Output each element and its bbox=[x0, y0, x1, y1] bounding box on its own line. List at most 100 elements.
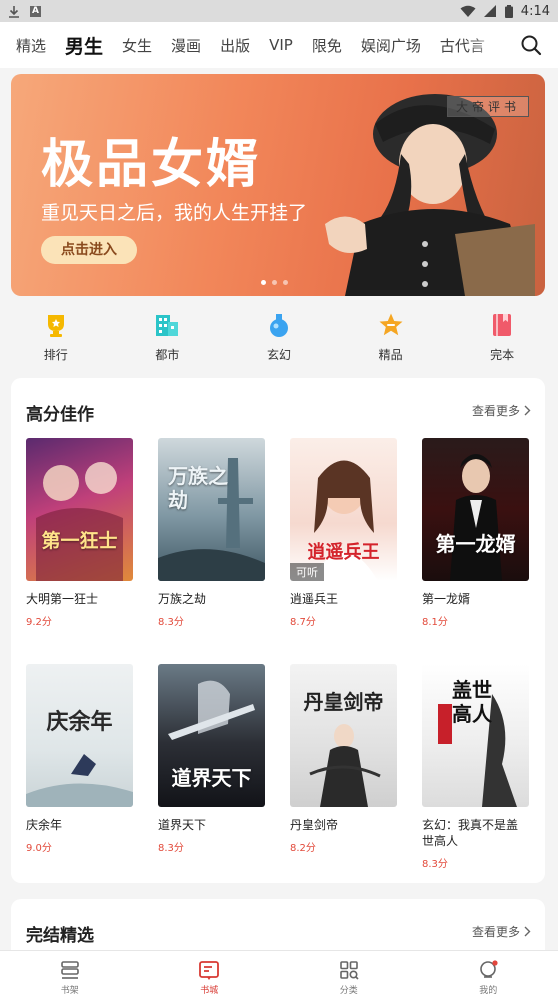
category-icon bbox=[339, 961, 359, 980]
nav-bookshelf[interactable]: 书架 bbox=[0, 951, 140, 997]
book-item[interactable]: 丹皇剑帝 丹皇剑帝 8.2分 bbox=[290, 664, 397, 854]
book-score: 8.1分 bbox=[422, 617, 448, 628]
book-score: 8.3分 bbox=[158, 843, 184, 854]
star-icon bbox=[379, 313, 403, 336]
section-high-score: 高分佳作 查看更多 第一狂士 大明第一狂士 9.2分 万族之劫 万族之劫 8.3… bbox=[11, 378, 545, 883]
book-item[interactable]: 道界天下 道界天下 8.3分 bbox=[158, 664, 265, 854]
top-nav: 精选 男生 女生 漫画 出版 VIP 限免 娱阅广场 古代言 bbox=[0, 22, 558, 68]
book-title: 丹皇剑帝 bbox=[290, 818, 339, 832]
category-label: 完本 bbox=[490, 348, 515, 362]
section-title: 完结精选 bbox=[26, 926, 94, 946]
cover-title: 盖世高人 bbox=[452, 678, 492, 726]
search-icon[interactable] bbox=[520, 34, 542, 56]
book-title: 玄幻：我真不是盖世高人 bbox=[422, 818, 519, 848]
view-more-link[interactable]: 查看更多 bbox=[472, 923, 531, 940]
category-fantasy[interactable]: 玄幻 bbox=[223, 312, 335, 368]
tab-comics[interactable]: 漫画 bbox=[171, 35, 201, 56]
city-icon bbox=[156, 315, 179, 336]
banner-narrator-tag: 大帝评书 bbox=[446, 96, 529, 117]
tab-male[interactable]: 男生 bbox=[65, 32, 103, 59]
tab-fade bbox=[468, 31, 508, 59]
wifi-icon bbox=[460, 5, 476, 17]
pagination-dot bbox=[283, 280, 288, 285]
category-label: 精品 bbox=[378, 348, 403, 362]
profile-icon bbox=[480, 960, 498, 978]
category-shortcuts: 排行 都市 玄幻 精品 完本 bbox=[0, 312, 558, 368]
book-item[interactable]: 第一狂士 大明第一狂士 9.2分 bbox=[26, 438, 133, 628]
book-title: 第一龙婿 bbox=[422, 592, 471, 606]
chevron-right-icon bbox=[524, 926, 531, 937]
book-item[interactable]: 盖世高人 玄幻：我真不是盖世高人 8.3分 bbox=[422, 664, 529, 870]
bookshelf-icon bbox=[60, 961, 79, 979]
book-score: 9.0分 bbox=[26, 843, 52, 854]
pagination-dot bbox=[261, 280, 266, 285]
app-notification-icon: A bbox=[30, 5, 41, 17]
status-bar: A 4:14 bbox=[0, 0, 558, 22]
pagination-dot bbox=[272, 280, 277, 285]
nav-label: 书架 bbox=[60, 986, 79, 996]
tab-published[interactable]: 出版 bbox=[220, 35, 250, 56]
banner-title: 极品女婿 bbox=[41, 135, 262, 195]
book-score: 9.2分 bbox=[26, 617, 52, 628]
cover-title: 第一狂士 bbox=[41, 530, 118, 552]
book-score: 8.3分 bbox=[158, 617, 184, 628]
banner-enter-button[interactable]: 点击进入 bbox=[41, 236, 137, 264]
book-cover[interactable]: 丹皇剑帝 bbox=[290, 664, 397, 807]
bottom-nav: 书架 书城 分类 我的 bbox=[0, 950, 558, 997]
section-title: 高分佳作 bbox=[26, 405, 94, 425]
trophy-icon bbox=[47, 315, 64, 337]
book-item[interactable]: 庆余年 庆余年 9.0分 bbox=[26, 664, 133, 854]
book-item[interactable]: 第一龙婿 第一龙婿 8.1分 bbox=[422, 438, 529, 628]
category-label: 都市 bbox=[155, 348, 180, 362]
book-title: 庆余年 bbox=[26, 818, 63, 832]
book-cover[interactable]: 第一狂士 bbox=[26, 438, 133, 581]
cover-title: 万族之劫 bbox=[168, 464, 228, 512]
book-title: 大明第一狂士 bbox=[26, 592, 99, 606]
tab-female[interactable]: 女生 bbox=[122, 35, 152, 56]
book-item[interactable]: 万族之劫 万族之劫 8.3分 bbox=[158, 438, 265, 628]
book-score: 8.2分 bbox=[290, 843, 316, 854]
cover-title: 丹皇剑帝 bbox=[303, 690, 384, 714]
category-urban[interactable]: 都市 bbox=[112, 312, 224, 368]
clock: 4:14 bbox=[520, 3, 550, 19]
category-completed[interactable]: 完本 bbox=[446, 312, 558, 368]
cover-art bbox=[450, 454, 502, 581]
view-more-label: 查看更多 bbox=[471, 925, 520, 939]
promo-banner[interactable]: 大帝评书 极品女婿 重见天日之后，我的人生开挂了 点击进入 bbox=[11, 74, 545, 296]
nav-profile[interactable]: 我的 bbox=[419, 951, 558, 997]
book-cover[interactable]: 第一龙婿 bbox=[422, 438, 529, 581]
book-item[interactable]: 逍遥兵王 可听 逍遥兵王 8.7分 bbox=[290, 438, 397, 628]
book-cover[interactable]: 逍遥兵王 可听 bbox=[290, 438, 397, 581]
tab-vip[interactable]: VIP bbox=[269, 36, 293, 54]
cover-art bbox=[36, 462, 123, 581]
cover-title: 逍遥兵王 bbox=[307, 542, 380, 563]
category-ranking[interactable]: 排行 bbox=[0, 312, 112, 368]
category-label: 玄幻 bbox=[266, 348, 291, 362]
book-cover[interactable]: 庆余年 bbox=[26, 664, 133, 807]
book-cover[interactable]: 盖世高人 bbox=[422, 664, 529, 807]
book-cover[interactable]: 万族之劫 bbox=[158, 438, 265, 581]
top-tab-strip: 精选 男生 女生 漫画 出版 VIP 限免 娱阅广场 古代言 bbox=[0, 31, 508, 59]
book-score: 8.3分 bbox=[422, 859, 448, 870]
potion-icon bbox=[269, 314, 288, 337]
book-icon bbox=[493, 314, 512, 336]
signal-icon bbox=[483, 4, 496, 17]
view-more-link[interactable]: 查看更多 bbox=[472, 402, 531, 419]
tab-featured[interactable]: 精选 bbox=[16, 35, 46, 56]
nav-label: 我的 bbox=[479, 986, 498, 996]
chevron-right-icon bbox=[524, 405, 531, 416]
banner-subtitle: 重见天日之后，我的人生开挂了 bbox=[41, 202, 308, 224]
cover-title: 庆余年 bbox=[46, 710, 113, 735]
category-label: 排行 bbox=[43, 348, 68, 362]
book-title: 逍遥兵王 bbox=[290, 592, 339, 606]
category-premium[interactable]: 精品 bbox=[335, 312, 447, 368]
bookstore-icon bbox=[199, 961, 220, 980]
book-score: 8.7分 bbox=[290, 617, 316, 628]
audio-available-badge: 可听 bbox=[290, 563, 324, 581]
book-title: 万族之劫 bbox=[158, 592, 207, 606]
book-cover[interactable]: 道界天下 bbox=[158, 664, 265, 807]
nav-bookstore[interactable]: 书城 bbox=[140, 951, 280, 997]
nav-category[interactable]: 分类 bbox=[279, 951, 419, 997]
tab-free[interactable]: 限免 bbox=[312, 35, 342, 56]
tab-entertainment-square[interactable]: 娱阅广场 bbox=[361, 35, 421, 56]
